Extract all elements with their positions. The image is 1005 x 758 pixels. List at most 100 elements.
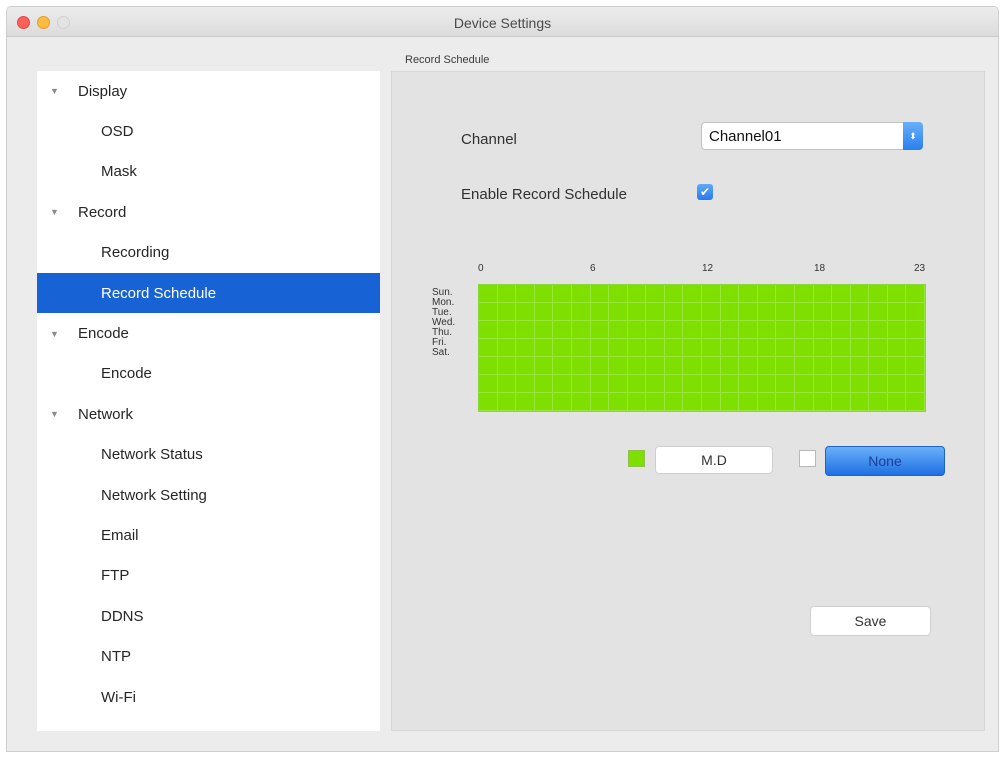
schedule-cell[interactable] [571, 393, 591, 411]
schedule-cell[interactable] [553, 285, 572, 303]
schedule-cell[interactable] [776, 285, 795, 303]
schedule-cell[interactable] [609, 303, 628, 321]
none-button[interactable]: None [825, 446, 945, 476]
schedule-cell[interactable] [646, 375, 665, 393]
sidebar-item-ntp[interactable]: NTP [37, 636, 380, 676]
schedule-cell[interactable] [646, 393, 665, 411]
schedule-cell[interactable] [664, 339, 684, 357]
schedule-cell[interactable] [534, 393, 554, 411]
schedule-cell[interactable] [720, 357, 740, 375]
schedule-cell[interactable] [479, 375, 498, 393]
schedule-cell[interactable] [627, 393, 647, 411]
schedule-cell[interactable] [739, 357, 758, 375]
schedule-cell[interactable] [590, 321, 610, 339]
schedule-cell[interactable] [646, 339, 665, 357]
schedule-cell[interactable] [479, 339, 498, 357]
schedule-cell[interactable] [627, 303, 647, 321]
schedule-cell[interactable] [739, 375, 758, 393]
schedule-cell[interactable] [887, 357, 907, 375]
schedule-cell[interactable] [553, 357, 572, 375]
schedule-cell[interactable] [516, 375, 535, 393]
schedule-cell[interactable] [906, 375, 925, 393]
sidebar-item-network[interactable]: ▼ Network [37, 394, 380, 434]
sidebar-item-encode[interactable]: ▼ Encode [37, 313, 380, 353]
schedule-cell[interactable] [609, 357, 628, 375]
schedule-cell[interactable] [534, 303, 554, 321]
schedule-cell[interactable] [832, 321, 851, 339]
schedule-cell[interactable] [497, 339, 517, 357]
schedule-cell[interactable] [683, 393, 702, 411]
schedule-cell[interactable] [702, 285, 721, 303]
schedule-cell[interactable] [757, 339, 777, 357]
schedule-cell[interactable] [683, 375, 702, 393]
schedule-cell[interactable] [516, 357, 535, 375]
schedule-cell[interactable] [720, 339, 740, 357]
schedule-cell[interactable] [553, 303, 572, 321]
schedule-cell[interactable] [534, 339, 554, 357]
schedule-cell[interactable] [906, 285, 925, 303]
md-button[interactable]: M.D [655, 446, 773, 474]
schedule-cell[interactable] [664, 357, 684, 375]
schedule-cell[interactable] [571, 339, 591, 357]
schedule-cell[interactable] [832, 303, 851, 321]
schedule-cell[interactable] [516, 321, 535, 339]
schedule-cell[interactable] [590, 339, 610, 357]
schedule-cell[interactable] [609, 321, 628, 339]
schedule-cell[interactable] [757, 285, 777, 303]
schedule-cell[interactable] [887, 285, 907, 303]
schedule-cell[interactable] [739, 285, 758, 303]
schedule-cell[interactable] [832, 339, 851, 357]
sidebar-item-recording[interactable]: Recording [37, 233, 380, 273]
schedule-cell[interactable] [720, 321, 740, 339]
schedule-cell[interactable] [739, 339, 758, 357]
schedule-cell[interactable] [702, 393, 721, 411]
schedule-cell[interactable] [776, 375, 795, 393]
schedule-cell[interactable] [516, 393, 535, 411]
schedule-cell[interactable] [869, 357, 888, 375]
sidebar-item-osd[interactable]: OSD [37, 111, 380, 151]
schedule-cell[interactable] [627, 357, 647, 375]
channel-select[interactable]: Channel01 ⬍ [701, 122, 923, 150]
schedule-cell[interactable] [590, 375, 610, 393]
save-button[interactable]: Save [810, 606, 931, 636]
schedule-cell[interactable] [664, 303, 684, 321]
schedule-cell[interactable] [794, 393, 814, 411]
schedule-cell[interactable] [757, 321, 777, 339]
schedule-cell[interactable] [869, 303, 888, 321]
schedule-cell[interactable] [757, 375, 777, 393]
schedule-cell[interactable] [869, 393, 888, 411]
schedule-cell[interactable] [479, 321, 498, 339]
schedule-cell[interactable] [794, 357, 814, 375]
schedule-cell[interactable] [571, 375, 591, 393]
schedule-cell[interactable] [516, 303, 535, 321]
schedule-cell[interactable] [534, 375, 554, 393]
schedule-cell[interactable] [869, 339, 888, 357]
schedule-cell[interactable] [869, 375, 888, 393]
schedule-cell[interactable] [497, 357, 517, 375]
schedule-cell[interactable] [739, 393, 758, 411]
disclosure-triangle-icon[interactable]: ▼ [50, 409, 78, 419]
schedule-cell[interactable] [534, 357, 554, 375]
schedule-cell[interactable] [609, 339, 628, 357]
schedule-cell[interactable] [850, 303, 870, 321]
schedule-cell[interactable] [813, 303, 833, 321]
schedule-cell[interactable] [590, 357, 610, 375]
schedule-cell[interactable] [869, 321, 888, 339]
schedule-cell[interactable] [664, 375, 684, 393]
schedule-cell[interactable] [757, 303, 777, 321]
sidebar-item-network-status[interactable]: Network Status [37, 435, 380, 475]
schedule-cell[interactable] [887, 321, 907, 339]
schedule-cell[interactable] [776, 321, 795, 339]
schedule-cell[interactable] [813, 393, 833, 411]
schedule-cell[interactable] [776, 393, 795, 411]
schedule-cell[interactable] [553, 393, 572, 411]
schedule-cell[interactable] [590, 285, 610, 303]
schedule-cell[interactable] [832, 357, 851, 375]
schedule-cell[interactable] [850, 375, 870, 393]
schedule-cell[interactable] [813, 321, 833, 339]
schedule-cell[interactable] [702, 375, 721, 393]
schedule-cell[interactable] [497, 393, 517, 411]
schedule-cell[interactable] [683, 357, 702, 375]
schedule-cell[interactable] [479, 303, 498, 321]
schedule-cell[interactable] [887, 393, 907, 411]
